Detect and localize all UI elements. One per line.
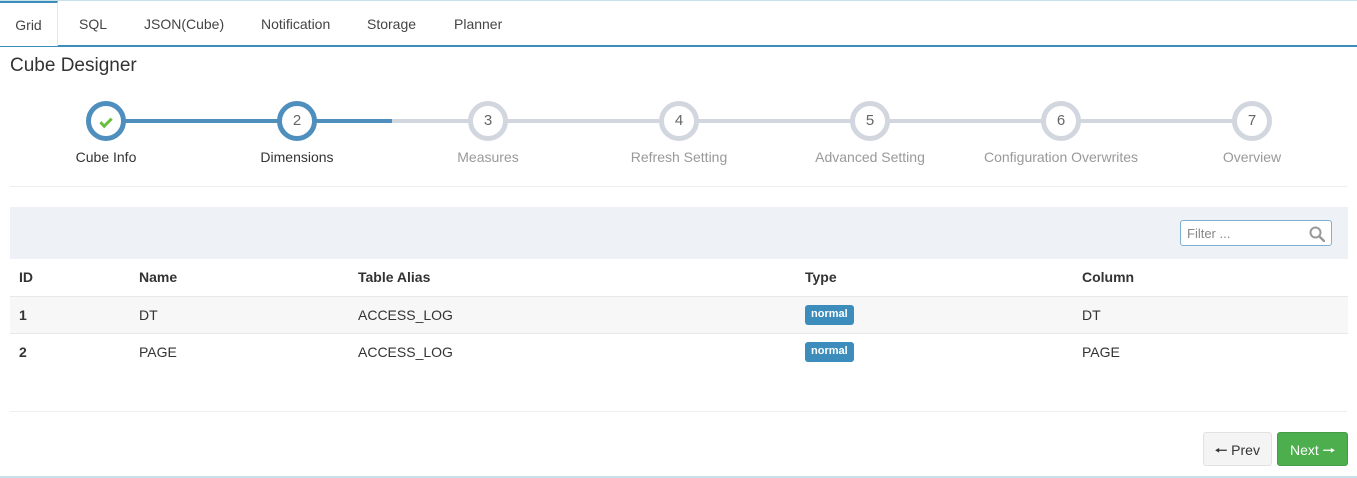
wizard-step-circle: 5 (850, 101, 890, 141)
cell-id: 1 (10, 296, 130, 334)
tab-storage[interactable]: Storage (367, 1, 416, 46)
cell-type: normal (796, 296, 1073, 334)
filter-box (1180, 220, 1332, 246)
column-header-column[interactable]: Column (1073, 259, 1348, 297)
cell-name: DT (130, 296, 349, 334)
tab-planner[interactable]: Planner (454, 1, 502, 46)
table-row[interactable]: 1 DT ACCESS_LOG normal DT (10, 296, 1348, 334)
tab-sql[interactable]: SQL (79, 1, 107, 46)
cell-table-alias: ACCESS_LOG (349, 296, 796, 334)
next-button[interactable]: Next 🠒 (1277, 432, 1348, 466)
wizard-steps: Cube Info 2 Dimensions 3 Measures 4 Refr… (0, 95, 1357, 185)
wizard-step-circle: 7 (1232, 101, 1272, 141)
wizard-step-dimensions[interactable]: 2 Dimensions (207, 95, 387, 165)
divider (10, 411, 1347, 412)
dimensions-table: ID Name Table Alias Type Column 1 DT ACC… (10, 259, 1348, 370)
wizard-step-label: Cube Info (75, 149, 137, 165)
wizard-step-circle (86, 101, 126, 141)
wizard-step-circle: 6 (1041, 101, 1081, 141)
column-header-name[interactable]: Name (130, 259, 349, 297)
wizard-step-label: Overview (1222, 149, 1282, 165)
table-row[interactable]: 2 PAGE ACCESS_LOG normal PAGE (10, 333, 1348, 370)
check-icon (99, 114, 113, 129)
tab-bar: Grid SQL JSON(Cube) Notification Storage… (0, 0, 1357, 47)
next-button-label: Next (1290, 442, 1319, 458)
cell-column: DT (1073, 296, 1348, 334)
wizard-step-circle: 2 (277, 101, 317, 141)
tab-json-cube[interactable]: JSON(Cube) (144, 1, 224, 46)
wizard-step-label: Configuration Overwrites (983, 149, 1139, 165)
prev-button[interactable]: 🠐 Prev (1203, 432, 1272, 466)
tab-notification[interactable]: Notification (261, 1, 330, 46)
column-header-table-alias[interactable]: Table Alias (349, 259, 796, 297)
wizard-step-circle: 3 (468, 101, 508, 141)
wizard-step-cube-info[interactable]: Cube Info (16, 95, 196, 165)
wizard-step-refresh-setting[interactable]: 4 Refresh Setting (589, 95, 769, 165)
wizard-step-overview[interactable]: 7 Overview (1162, 95, 1342, 165)
cell-id: 2 (19, 343, 27, 360)
column-header-type[interactable]: Type (796, 259, 1073, 297)
wizard-step-label: Advanced Setting (815, 149, 925, 165)
wizard-step-configuration-overwrites[interactable]: 6 Configuration Overwrites (971, 95, 1151, 165)
table-header-row: ID Name Table Alias Type Column (10, 259, 1348, 297)
type-badge: normal (805, 342, 854, 363)
wizard-step-label: Measures (457, 149, 519, 165)
type-badge: normal (805, 305, 854, 325)
divider (10, 186, 1347, 187)
arrow-left-icon: 🠐 (1215, 442, 1228, 458)
cell-table-alias: ACCESS_LOG (358, 343, 453, 360)
page-title: Cube Designer (10, 55, 137, 76)
wizard-step-advanced-setting[interactable]: 5 Advanced Setting (780, 95, 960, 165)
tab-grid[interactable]: Grid (0, 1, 58, 46)
wizard-step-circle: 4 (659, 101, 699, 141)
wizard-step-measures[interactable]: 3 Measures (398, 95, 578, 165)
column-header-id[interactable]: ID (10, 259, 130, 297)
filter-input[interactable] (1181, 221, 1301, 245)
prev-button-label: Prev (1231, 442, 1260, 458)
cell-type: normal (796, 333, 1073, 370)
grid-toolbar (10, 207, 1348, 259)
wizard-step-label: Dimensions (260, 149, 334, 165)
wizard-step-label: Refresh Setting (630, 149, 728, 165)
cell-name: PAGE (139, 343, 177, 360)
search-icon[interactable] (1309, 226, 1325, 242)
cell-column: PAGE (1082, 343, 1120, 360)
arrow-right-icon: 🠒 (1322, 442, 1335, 458)
